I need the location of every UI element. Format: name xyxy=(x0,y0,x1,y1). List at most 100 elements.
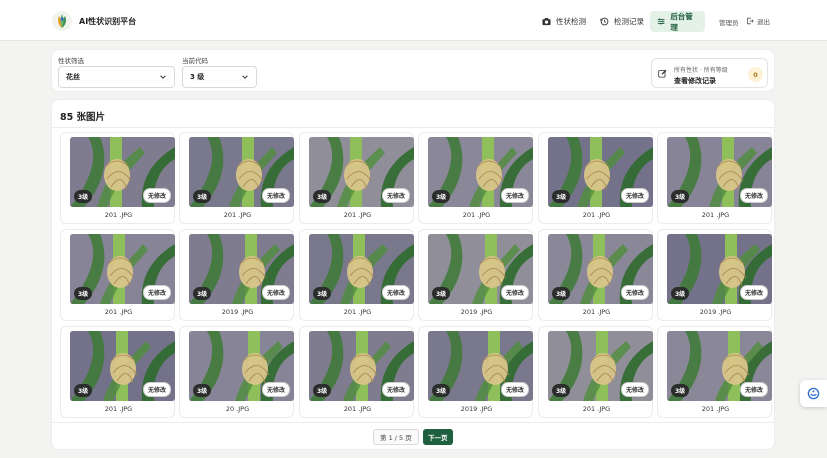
image-card[interactable]: 3级 无修改 201 .JPG xyxy=(299,326,414,418)
image-card[interactable]: 3级 无修改 201 .JPG xyxy=(299,229,414,321)
image-filename: 201 .JPG xyxy=(582,211,611,219)
corn-silk-photo[interactable]: 3级 无修改 xyxy=(667,331,772,401)
trait-select[interactable]: 花丝 xyxy=(58,66,175,88)
level-badge: 3级 xyxy=(193,384,212,397)
level-badge: 3级 xyxy=(552,384,571,397)
corn-silk-photo[interactable]: 3级 无修改 xyxy=(548,331,653,401)
status-badge: 无修改 xyxy=(739,188,768,203)
corn-silk-photo[interactable]: 3级 无修改 xyxy=(428,234,533,304)
trait-select-value: 花丝 xyxy=(66,73,80,81)
image-filename: 201 .JPG xyxy=(223,211,252,219)
level-badge: 3级 xyxy=(432,384,451,397)
level-badge: 3级 xyxy=(313,287,332,300)
nav-detection-records[interactable]: 检测记录 xyxy=(593,11,651,32)
corn-silk-photo[interactable]: 3级 无修改 xyxy=(189,137,294,207)
image-filename: 201 .JPG xyxy=(104,211,133,219)
image-filename: 201 .JPG xyxy=(104,308,133,316)
edit-records-card[interactable]: 所有性状 · 所有等级 查看修改记录 0 xyxy=(651,58,768,88)
image-filename: 201 .JPG xyxy=(343,211,372,219)
status-badge: 无修改 xyxy=(142,382,171,397)
status-badge: 无修改 xyxy=(739,382,768,397)
corn-silk-photo[interactable]: 3级 无修改 xyxy=(309,331,414,401)
history-icon xyxy=(600,17,609,26)
image-card[interactable]: 3级 无修改 2019 .JPG xyxy=(179,229,294,321)
code-select[interactable]: 3 级 xyxy=(182,66,257,88)
image-card[interactable]: 3级 无修改 20 .JPG xyxy=(179,326,294,418)
corn-silk-photo[interactable]: 3级 无修改 xyxy=(70,137,175,207)
image-card[interactable]: 3级 无修改 201 .JPG xyxy=(538,132,653,224)
nav-admin[interactable]: 后台管理 xyxy=(650,11,705,32)
logout-icon xyxy=(747,17,754,25)
image-filename: 201 .JPG xyxy=(343,405,372,413)
logout-button[interactable]: 退出 xyxy=(746,16,770,26)
image-card[interactable]: 3级 无修改 201 .JPG xyxy=(657,132,772,224)
image-card[interactable]: 3级 无修改 2019 .JPG xyxy=(657,229,772,321)
image-card[interactable]: 3级 无修改 201 .JPG xyxy=(60,229,175,321)
edit-records-subtitle: 所有性状 · 所有等级 xyxy=(674,67,728,74)
status-badge: 无修改 xyxy=(620,285,649,300)
corn-silk-photo[interactable]: 3级 无修改 xyxy=(548,137,653,207)
nav-label: 后台管理 xyxy=(670,11,693,32)
corn-silk-photo[interactable]: 3级 无修改 xyxy=(548,234,653,304)
image-filename: 2019 .JPG xyxy=(221,308,254,316)
level-badge: 3级 xyxy=(671,384,690,397)
image-filename: 20 .JPG xyxy=(225,405,250,413)
level-badge: 3级 xyxy=(552,287,571,300)
chevron-down-icon xyxy=(160,75,166,79)
image-card[interactable]: 3级 无修改 201 .JPG xyxy=(299,132,414,224)
status-badge: 无修改 xyxy=(620,382,649,397)
level-badge: 3级 xyxy=(671,190,690,203)
assistant-icon xyxy=(807,387,820,400)
nav-trait-detection[interactable]: 性状检测 xyxy=(535,11,593,32)
corn-silk-photo[interactable]: 3级 无修改 xyxy=(70,331,175,401)
corn-silk-photo[interactable]: 3级 无修改 xyxy=(309,137,414,207)
image-card[interactable]: 3级 无修改 2019 .JPG xyxy=(418,326,533,418)
corn-silk-photo[interactable]: 3级 无修改 xyxy=(428,137,533,207)
status-badge: 无修改 xyxy=(142,188,171,203)
level-badge: 3级 xyxy=(74,384,93,397)
corn-silk-photo[interactable]: 3级 无修改 xyxy=(309,234,414,304)
page-indicator: 第 1 / 5 页 xyxy=(373,429,419,445)
camera-icon xyxy=(542,18,551,26)
nav-label: 检测记录 xyxy=(614,17,644,26)
chevron-down-icon xyxy=(242,75,248,79)
image-card[interactable]: 3级 无修改 201 .JPG xyxy=(179,132,294,224)
status-badge: 无修改 xyxy=(739,285,768,300)
edit-records-title: 查看修改记录 xyxy=(674,77,716,85)
floating-assistant-button[interactable] xyxy=(800,380,827,407)
corn-silk-photo[interactable]: 3级 无修改 xyxy=(667,234,772,304)
level-badge: 3级 xyxy=(313,384,332,397)
corn-silk-photo[interactable]: 3级 无修改 xyxy=(667,137,772,207)
code-label: 当前代码 xyxy=(182,57,208,65)
image-card[interactable]: 3级 无修改 201 .JPG xyxy=(60,132,175,224)
app-title: AI性状识别平台 xyxy=(79,17,137,26)
corn-silk-photo[interactable]: 3级 无修改 xyxy=(189,234,294,304)
image-filename: 201 .JPG xyxy=(701,211,730,219)
image-filename: 2019 .JPG xyxy=(460,405,493,413)
edit-count-badge: 0 xyxy=(748,67,763,82)
image-card[interactable]: 3级 无修改 201 .JPG xyxy=(418,132,533,224)
status-badge: 无修改 xyxy=(381,382,410,397)
code-select-value: 3 级 xyxy=(190,73,205,81)
level-badge: 3级 xyxy=(432,287,451,300)
image-card[interactable]: 3级 无修改 201 .JPG xyxy=(657,326,772,418)
corn-silk-photo[interactable]: 3级 无修改 xyxy=(70,234,175,304)
level-badge: 3级 xyxy=(313,190,332,203)
level-badge: 3级 xyxy=(671,287,690,300)
user-name: 管理员 xyxy=(719,19,739,27)
next-page-button[interactable]: 下一页 xyxy=(423,429,453,445)
divider xyxy=(52,127,774,128)
image-card[interactable]: 3级 无修改 201 .JPG xyxy=(538,326,653,418)
level-badge: 3级 xyxy=(193,190,212,203)
image-card[interactable]: 3级 无修改 201 .JPG xyxy=(60,326,175,418)
level-badge: 3级 xyxy=(74,287,93,300)
image-card[interactable]: 3级 无修改 201 .JPG xyxy=(538,229,653,321)
status-badge: 无修改 xyxy=(142,285,171,300)
gallery-panel: 85 张图片 3级 无修改 201 .JPG 3级 无修改 201 .JPG 3级 无修改 20… xyxy=(51,99,775,450)
image-card[interactable]: 3级 无修改 2019 .JPG xyxy=(418,229,533,321)
sliders-icon xyxy=(657,18,665,25)
corn-silk-photo[interactable]: 3级 无修改 xyxy=(428,331,533,401)
corn-silk-photo[interactable]: 3级 无修改 xyxy=(189,331,294,401)
level-badge: 3级 xyxy=(432,190,451,203)
image-filename: 201 .JPG xyxy=(104,405,133,413)
